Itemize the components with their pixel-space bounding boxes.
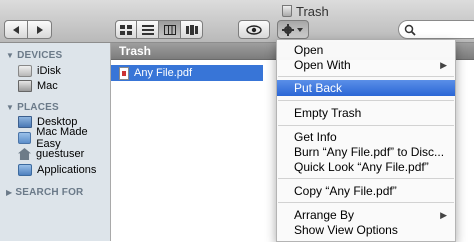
back-arrow-icon bbox=[13, 25, 19, 34]
menu-separator bbox=[278, 178, 454, 179]
applications-icon bbox=[18, 164, 32, 176]
menu-item-label: Empty Trash bbox=[294, 106, 362, 120]
sidebar: ▼ DEVICES iDisk Mac ▼ PLACES Desktop Mac… bbox=[0, 43, 111, 241]
view-mode-selector bbox=[115, 20, 203, 39]
menu-item-open-with[interactable]: Open With ▶ bbox=[277, 57, 455, 73]
search-for-header[interactable]: ▶ SEARCH FOR bbox=[6, 185, 83, 199]
menu-item-show-view-options[interactable]: Show View Options bbox=[277, 222, 455, 238]
sidebar-item-guestuser[interactable]: guestuser bbox=[18, 146, 84, 162]
places-header-label: PLACES bbox=[17, 101, 59, 113]
file-name: Any File.pdf bbox=[134, 67, 193, 79]
menu-item-put-back[interactable]: Put Back bbox=[277, 80, 455, 96]
menu-item-arrange-by[interactable]: Arrange By ▶ bbox=[277, 207, 455, 223]
sidebar-item-label: Applications bbox=[37, 164, 97, 176]
home-icon bbox=[18, 148, 31, 160]
search-icon bbox=[404, 24, 416, 36]
search-for-header-label: SEARCH FOR bbox=[15, 186, 84, 198]
sidebar-item-applications[interactable]: Applications bbox=[18, 162, 96, 178]
mac-icon bbox=[18, 80, 32, 92]
disclosure-triangle-collapsed-icon: ▶ bbox=[6, 187, 13, 197]
disclosure-triangle-icon: ▼ bbox=[6, 102, 15, 112]
menu-separator bbox=[278, 125, 454, 126]
menu-item-label: Get Info bbox=[294, 130, 337, 144]
gear-icon bbox=[282, 23, 303, 36]
desktop-icon bbox=[18, 116, 32, 128]
column-view-button[interactable] bbox=[159, 20, 181, 39]
menu-item-burn-to-disc[interactable]: Burn “Any File.pdf” to Disc... bbox=[277, 144, 455, 160]
sidebar-item-mac-made-easy[interactable]: Mac Made Easy bbox=[18, 126, 110, 150]
forward-button[interactable] bbox=[28, 20, 52, 39]
menu-item-open[interactable]: Open bbox=[277, 42, 455, 58]
menu-item-label: Burn “Any File.pdf” to Disc... bbox=[294, 145, 445, 159]
menu-item-label: Arrange By bbox=[294, 208, 355, 222]
coverflow-view-icon bbox=[185, 24, 198, 35]
back-button[interactable] bbox=[4, 20, 28, 39]
icon-view-button[interactable] bbox=[115, 20, 137, 39]
search-field[interactable] bbox=[398, 20, 474, 39]
coverflow-view-button[interactable] bbox=[181, 20, 203, 39]
sidebar-item-idisk[interactable]: iDisk bbox=[18, 63, 61, 79]
eye-icon bbox=[246, 24, 262, 35]
devices-header-label: DEVICES bbox=[17, 49, 63, 61]
window-toolbar: Trash bbox=[0, 0, 474, 43]
menu-item-copy[interactable]: Copy “Any File.pdf” bbox=[277, 183, 455, 199]
menu-item-get-info[interactable]: Get Info bbox=[277, 129, 455, 145]
sidebar-item-label: guestuser bbox=[36, 148, 85, 160]
column-view-icon bbox=[163, 24, 176, 35]
menu-item-label: Put Back bbox=[294, 81, 343, 95]
idisk-icon bbox=[18, 65, 32, 77]
menu-item-label: Open With bbox=[294, 58, 351, 72]
submenu-arrow-icon: ▶ bbox=[440, 210, 447, 220]
window-title: Trash bbox=[282, 3, 329, 19]
folder-icon bbox=[18, 132, 32, 144]
menu-item-label: Open bbox=[294, 43, 324, 57]
menu-item-quick-look[interactable]: Quick Look “Any File.pdf” bbox=[277, 159, 455, 175]
icon-view-icon bbox=[120, 24, 132, 35]
sidebar-item-label: iDisk bbox=[37, 65, 61, 77]
quick-look-button[interactable] bbox=[238, 20, 270, 39]
disclosure-triangle-icon: ▼ bbox=[6, 50, 15, 60]
list-view-icon bbox=[141, 24, 154, 35]
menu-separator bbox=[278, 76, 454, 77]
menu-item-empty-trash[interactable]: Empty Trash bbox=[277, 105, 455, 121]
action-menu-button[interactable] bbox=[277, 20, 309, 39]
file-row-any-file[interactable]: Any File.pdf bbox=[111, 65, 263, 81]
devices-header[interactable]: ▼ DEVICES bbox=[6, 48, 62, 62]
window-title-text: Trash bbox=[296, 3, 329, 19]
sidebar-item-label: Mac bbox=[37, 80, 58, 92]
places-header[interactable]: ▼ PLACES bbox=[6, 100, 59, 114]
forward-arrow-icon bbox=[36, 25, 43, 34]
sidebar-item-mac[interactable]: Mac bbox=[18, 78, 58, 94]
menu-separator bbox=[278, 100, 454, 101]
action-context-menu: Open Open With ▶ Put Back Empty Trash Ge… bbox=[276, 40, 456, 242]
submenu-arrow-icon: ▶ bbox=[440, 60, 447, 70]
menu-item-label: Copy “Any File.pdf” bbox=[294, 184, 397, 198]
menu-item-label: Quick Look “Any File.pdf” bbox=[294, 160, 429, 174]
menu-item-label: Show View Options bbox=[294, 223, 398, 237]
menu-separator bbox=[278, 202, 454, 203]
pdf-file-icon bbox=[119, 66, 129, 80]
trash-icon bbox=[282, 5, 292, 17]
list-view-button[interactable] bbox=[137, 20, 159, 39]
